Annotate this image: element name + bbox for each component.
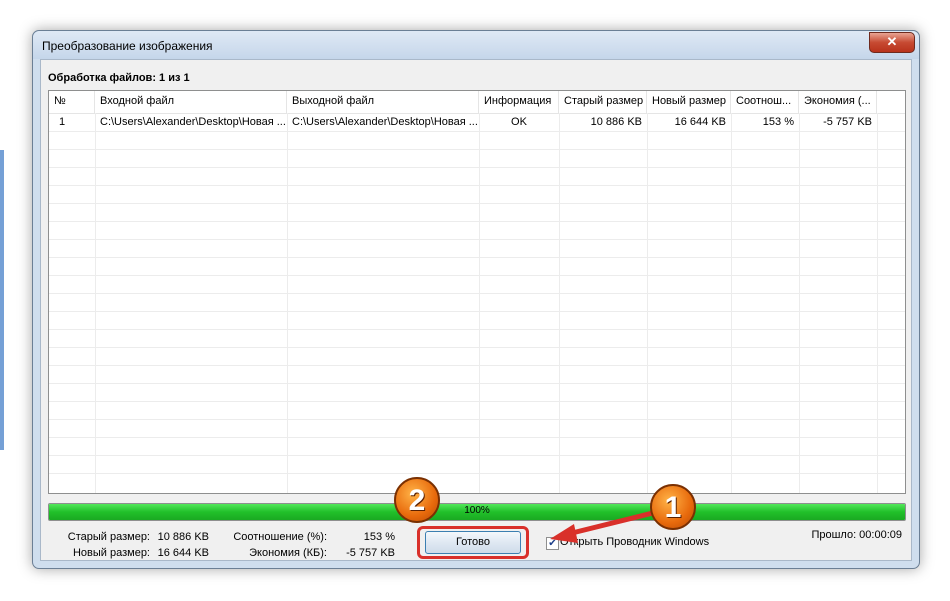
processing-status: Обработка файлов: 1 из 1: [48, 72, 190, 84]
cell-savings: -5 757 KB: [823, 116, 872, 128]
grid-line: [49, 455, 905, 456]
grid-line: [479, 113, 480, 493]
grid-line: [49, 185, 905, 186]
column-header-old-size[interactable]: Старый размер: [559, 91, 647, 113]
new-size-value: 16 644 KB: [157, 547, 209, 559]
column-header-number[interactable]: №: [49, 91, 95, 113]
cell-input-file: C:\Users\Alexander\Desktop\Новая ...: [100, 116, 286, 128]
old-size-value: 10 886 KB: [157, 531, 209, 543]
column-header-input-file[interactable]: Входной файл: [95, 91, 287, 113]
results-list[interactable]: № Входной файл Выходной файл Информация …: [48, 90, 906, 494]
grid-line: [49, 239, 905, 240]
cell-output-file: C:\Users\Alexander\Desktop\Новая ...: [292, 116, 478, 128]
old-size-label: Старый размер:: [67, 531, 150, 543]
elapsed-time: Прошло: 00:00:09: [811, 529, 902, 541]
grid-line: [49, 293, 905, 294]
ratio-label: Соотношение (%):: [233, 531, 327, 543]
background-edge: [0, 150, 4, 450]
column-header-new-size[interactable]: Новый размер: [647, 91, 731, 113]
grid-line: [49, 203, 905, 204]
grid-line: [49, 329, 905, 330]
grid-line: [799, 113, 800, 493]
window-title: Преобразование изображения: [42, 39, 213, 53]
cell-old-size: 10 886 KB: [590, 116, 642, 128]
column-header-ratio[interactable]: Соотнош...: [731, 91, 799, 113]
progress-label: 100%: [464, 505, 490, 516]
step-badge-2: 2: [394, 477, 440, 523]
close-button[interactable]: ✕: [869, 32, 915, 53]
savings-value: -5 757 KB: [346, 547, 395, 559]
table-row[interactable]: 1 C:\Users\Alexander\Desktop\Новая ... C…: [49, 113, 905, 131]
cell-ratio: 153 %: [762, 116, 794, 128]
grid-line: [731, 113, 732, 493]
list-header: № Входной файл Выходной файл Информация …: [49, 91, 905, 114]
grid-line: [49, 257, 905, 258]
column-header-output-file[interactable]: Выходной файл: [287, 91, 479, 113]
grid-line: [49, 275, 905, 276]
title-bar[interactable]: Преобразование изображения ✕: [33, 31, 919, 59]
step-badge-1: 1: [650, 484, 696, 530]
grid-line: [49, 221, 905, 222]
column-header-info[interactable]: Информация: [479, 91, 559, 113]
progress-bar: 100%: [48, 503, 906, 521]
grid-line: [49, 473, 905, 474]
cell-info: OK: [511, 116, 527, 128]
conversion-dialog: Преобразование изображения ✕ Обработка ф…: [32, 30, 920, 569]
grid-line: [95, 113, 96, 493]
grid-line: [49, 167, 905, 168]
cell-new-size: 16 644 KB: [674, 116, 726, 128]
new-size-label: Новый размер:: [72, 547, 150, 559]
grid-line: [49, 311, 905, 312]
grid-line: [49, 365, 905, 366]
grid-line: [49, 347, 905, 348]
savings-label: Экономия (КБ):: [249, 547, 327, 559]
grid-line: [559, 113, 560, 493]
cell-number: 1: [59, 116, 66, 128]
grid-line: [49, 419, 905, 420]
ratio-value: 153 %: [363, 531, 395, 543]
grid-line: [49, 437, 905, 438]
dialog-client-area: Обработка файлов: 1 из 1 № Входной файл …: [40, 59, 912, 561]
grid-line: [49, 383, 905, 384]
grid-line: [287, 113, 288, 493]
grid-line: [877, 113, 878, 493]
grid-line: [49, 401, 905, 402]
grid-line: [647, 113, 648, 493]
column-header-savings[interactable]: Экономия (...: [799, 91, 877, 113]
grid-line: [49, 131, 905, 132]
done-button[interactable]: Готово: [425, 531, 521, 554]
grid-line: [49, 149, 905, 150]
